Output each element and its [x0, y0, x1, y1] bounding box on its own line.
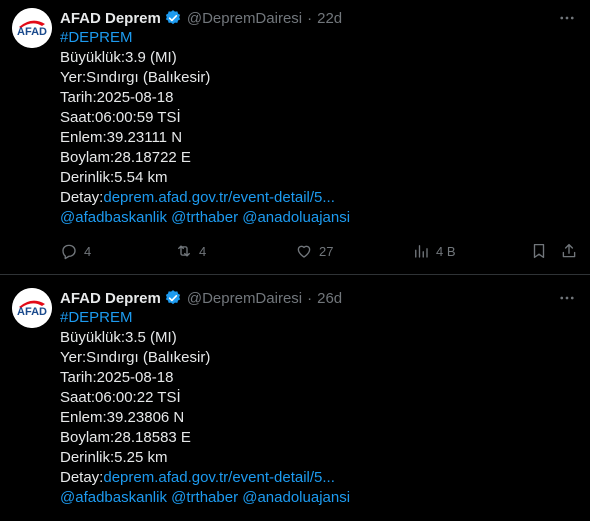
views-count: 4 B	[436, 243, 456, 259]
repost-count: 4	[199, 243, 207, 259]
date-line: Tarih:2025-08-18	[60, 369, 174, 386]
afad-logo: AFAD	[12, 8, 52, 48]
separator: ·	[307, 9, 313, 27]
location-line: Yer:Sındırgı (Balıkesir)	[60, 349, 211, 366]
time-line: Saat:06:00:59 TSİ	[60, 109, 181, 126]
magnitude-line: Büyüklük:3.5 (MI)	[60, 329, 177, 346]
longitude-line: Boylam:28.18583 E	[60, 429, 191, 446]
depth-line: Derinlik:5.25 km	[60, 449, 168, 466]
avatar[interactable]: AFAD	[12, 288, 52, 328]
avatar-logo-text: AFAD	[17, 26, 47, 38]
avatar-logo-text: AFAD	[17, 306, 47, 318]
more-icon[interactable]	[556, 8, 578, 28]
tweet-text: #DEPREM Büyüklük:3.5 (MI) Yer:Sındırgı (…	[60, 308, 570, 508]
author-handle[interactable]: @DepremDairesi	[187, 290, 302, 307]
verified-badge-icon	[165, 10, 180, 25]
repost-button[interactable]: 4	[175, 242, 206, 260]
tweet-actions: 4 4 27 4 B	[60, 241, 578, 261]
detail-label: Detay:	[60, 469, 104, 486]
views-button[interactable]: 4 B	[412, 242, 456, 260]
detail-label: Detay:	[60, 189, 104, 206]
like-count: 27	[319, 243, 334, 259]
like-button[interactable]: 27	[295, 242, 333, 260]
timestamp[interactable]: 22d	[317, 10, 342, 27]
tweet[interactable]: AFAD AFAD Deprem @DepremDairesi · 26d #D…	[0, 276, 590, 521]
afad-logo: AFAD	[12, 288, 52, 328]
separator: ·	[307, 289, 313, 307]
share-icon	[562, 243, 576, 258]
reply-icon	[62, 244, 76, 260]
like-icon	[297, 245, 311, 258]
latitude-line: Enlem:39.23806 N	[60, 409, 185, 426]
tweet-text: #DEPREM Büyüklük:3.9 (MI) Yer:Sındırgı (…	[60, 28, 570, 228]
reply-button[interactable]: 4	[60, 242, 91, 260]
location-line: Yer:Sındırgı (Balıkesir)	[60, 69, 211, 86]
mention-link[interactable]: @afadbaskanlik	[60, 209, 167, 226]
mention-link[interactable]: @afadbaskanlik	[60, 489, 167, 506]
author-name[interactable]: AFAD Deprem	[60, 10, 161, 27]
detail-link[interactable]: deprem.afad.gov.tr/event-detail/5...	[103, 469, 335, 486]
more-icon[interactable]	[556, 288, 578, 308]
hashtag-link[interactable]: #DEPREM	[60, 29, 133, 46]
mention-link[interactable]: @anadoluajansi	[242, 209, 350, 226]
share-button[interactable]	[560, 242, 578, 260]
mention-link[interactable]: @trthaber	[171, 209, 238, 226]
tweet-header: AFAD Deprem @DepremDairesi · 22d	[60, 8, 342, 28]
date-line: Tarih:2025-08-18	[60, 89, 174, 106]
author-name[interactable]: AFAD Deprem	[60, 290, 161, 307]
tweet-header: AFAD Deprem @DepremDairesi · 26d	[60, 288, 342, 308]
mention-link[interactable]: @trthaber	[171, 489, 238, 506]
tweet[interactable]: AFAD AFAD Deprem @DepremDairesi · 22d #D…	[0, 0, 590, 275]
avatar[interactable]: AFAD	[12, 8, 52, 48]
author-handle[interactable]: @DepremDairesi	[187, 10, 302, 27]
reply-count: 4	[84, 243, 92, 259]
bookmark-icon	[533, 243, 545, 259]
longitude-line: Boylam:28.18722 E	[60, 149, 191, 166]
bookmark-button[interactable]	[530, 242, 548, 260]
magnitude-line: Büyüklük:3.9 (MI)	[60, 49, 177, 66]
repost-icon	[178, 245, 190, 257]
detail-link[interactable]: deprem.afad.gov.tr/event-detail/5...	[103, 189, 335, 206]
verified-badge-icon	[165, 290, 180, 305]
mention-link[interactable]: @anadoluajansi	[242, 489, 350, 506]
time-line: Saat:06:00:22 TSİ	[60, 389, 181, 406]
views-icon	[415, 245, 428, 258]
hashtag-link[interactable]: #DEPREM	[60, 309, 133, 326]
latitude-line: Enlem:39.23111 N	[60, 129, 183, 146]
depth-line: Derinlik:5.54 km	[60, 169, 168, 186]
timestamp[interactable]: 26d	[317, 290, 342, 307]
